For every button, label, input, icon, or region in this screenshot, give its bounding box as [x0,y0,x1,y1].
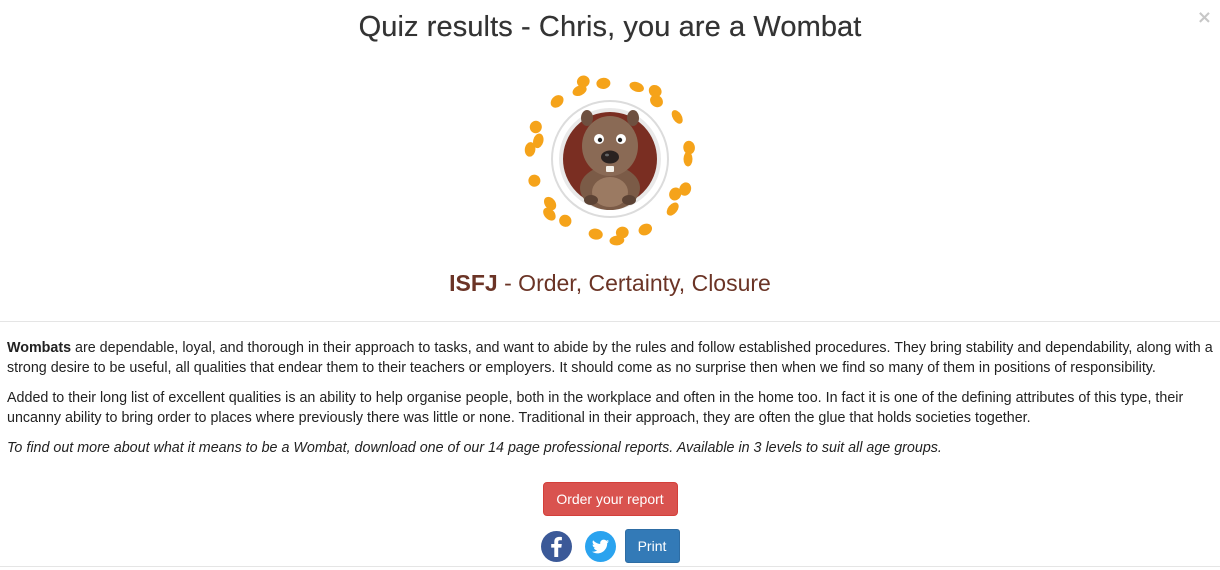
share-row: Print [0,529,1220,563]
personality-type-heading: ISFJ - Order, Certainty, Closure [0,270,1220,297]
facebook-glyph [550,536,562,557]
wombat-avatar [519,68,701,250]
dialog-title: Quiz results - Chris, you are a Wombat [358,11,862,43]
twitter-glyph [591,539,609,553]
twitter-icon[interactable] [584,530,616,562]
quiz-results-dialog: × Quiz results - Chris, you are a Wombat [0,0,1220,570]
order-actions: Order your report [0,482,1220,516]
animal-name: Wombats [7,340,72,356]
type-code: ISFJ [449,270,498,296]
description-paragraph-1: Wombats are dependable, loyal, and thoro… [7,340,1213,376]
wombat-image [519,68,701,250]
order-report-button[interactable]: Order your report [542,482,678,516]
type-tagline: - Order, Certainty, Closure [497,270,771,296]
print-button[interactable]: Print [624,529,680,563]
report-note: To find out more about what it means to … [7,440,942,456]
dialog-header: Quiz results - Chris, you are a Wombat I… [0,0,1220,322]
facebook-icon[interactable] [540,530,572,562]
dialog-body: Wombats are dependable, loyal, and thoro… [0,322,1220,458]
footer-divider [0,566,1220,567]
description-paragraph-2: Added to their long list of excellent qu… [7,390,1184,426]
